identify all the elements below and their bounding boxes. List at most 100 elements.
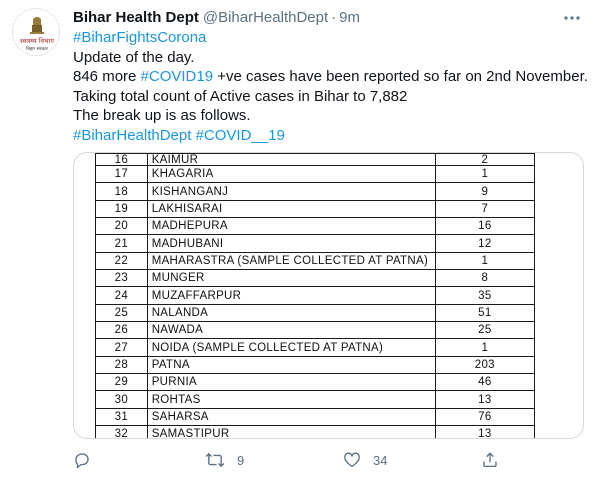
table-row: 20 MADHEPURA 16 [95,217,536,236]
table-row: 30 ROHTAS 13 [95,390,536,409]
serial-number-cell: 30 [95,390,148,409]
serial-number-cell: 22 [95,251,148,271]
district-name-cell: NALANDA [146,303,436,323]
serial-number-cell: 24 [95,286,148,305]
serial-number-cell: 31 [95,407,148,427]
district-name-cell: KISHANGANJ [146,182,436,201]
case-count-cell: 76 [434,407,536,427]
reply-icon [75,453,89,469]
case-count-cell: 1 [434,164,536,184]
avatar[interactable]: स्वास्थ्य विभाग बिहार सरकार [12,8,60,56]
serial-number-cell: 32 [95,425,148,438]
svg-text:बिहार सरकार: बिहार सरकार [26,45,48,52]
table-row: 26 NAWADA 25 [95,321,536,340]
tweet[interactable]: स्वास्थ्य विभाग बिहार सरकार Bihar Health… [0,0,593,477]
timestamp[interactable]: 9m [339,9,360,26]
case-count-cell: 1 [434,251,536,271]
serial-number-cell: 17 [95,164,148,184]
table-row: 31 SAHARSA 76 [95,407,536,427]
text-cases-pre: 846 more [73,68,141,85]
retweet-icon [205,452,225,468]
case-count-cell: 203 [434,355,536,375]
user-handle[interactable]: @BiharHealthDept [203,9,328,26]
serial-number-cell: 28 [95,355,148,375]
share-button[interactable] [481,449,499,471]
tweet-header: Bihar Health Dept @BiharHealthDept · 9m [73,8,360,28]
table-row: 18 KISHANGANJ 9 [95,182,536,201]
table-row: 28 PATNA 203 [95,355,536,375]
tweet-text: #BiharFightsCorona Update of the day. 84… [73,28,588,145]
table-row: 29 PURNIA 46 [95,373,536,392]
tweet-actions: 9 34 [73,449,583,471]
serial-number-cell: 25 [95,303,148,323]
serial-number-cell: 21 [95,234,148,253]
district-name-cell: PURNIA [146,373,436,392]
like-button[interactable]: 34 [343,449,387,471]
separator-dot: · [331,9,337,26]
case-count-cell: 16 [434,217,536,236]
serial-number-cell: 23 [95,269,148,288]
district-name-cell: MUNGER [146,269,436,288]
district-cases-table: 16 KAIMUR 2 17 KHAGARIA 1 18 KISHANGANJ 9 19 LAKHI… [95,153,536,438]
hashtag-covid19[interactable]: #COVID19 [141,68,214,85]
text-cases-post: +ve cases have been reported so far on 2… [213,68,588,85]
retweet-button[interactable]: 9 [205,449,244,471]
serial-number-cell: 20 [95,217,148,236]
text-line-update: Update of the day. [73,48,195,66]
table-row: 16 KAIMUR 2 [95,153,536,166]
more-options-button[interactable] [561,7,583,29]
case-count-cell: 8 [434,269,536,288]
share-icon [483,452,497,468]
text-line-breakup: The break up is as follows. [73,107,251,124]
case-count-cell: 46 [434,373,536,392]
table-row: 21 MADHUBANI 12 [95,234,536,253]
case-count-cell: 12 [434,234,536,253]
table-row: 17 KHAGARIA 1 [95,164,536,184]
district-name-cell: SAMASTIPUR [146,425,436,438]
serial-number-cell: 19 [95,199,148,219]
district-name-cell: LAKHISARAI [146,199,436,219]
svg-text:स्वास्थ्य विभाग: स्वास्थ्य विभाग [20,37,54,45]
serial-number-cell: 18 [95,182,148,201]
text-line-hashtags: #BiharHealthDept #COVID__19 [73,126,588,146]
emblem-icon: स्वास्थ्य विभाग बिहार सरकार [13,9,59,55]
district-name-cell: MUZAFFARPUR [146,286,436,305]
district-name-cell: MAHARASTRA (SAMPLE COLLECTED AT PATNA) [146,251,436,271]
table-row: 32 SAMASTIPUR 13 [95,425,536,438]
case-count-cell: 35 [434,286,536,305]
display-name[interactable]: Bihar Health Dept [73,9,199,26]
case-count-cell: 51 [434,303,536,323]
district-name-cell: SAHARSA [146,407,436,427]
retweet-count: 9 [237,452,245,468]
district-name-cell: MADHEPURA [146,217,436,236]
district-name-cell: ROHTAS [146,390,436,409]
hashtag-covid-19[interactable]: #COVID__19 [196,127,285,144]
reply-button[interactable] [73,449,91,471]
more-icon [564,16,580,20]
serial-number-cell: 27 [95,338,148,357]
district-name-cell: NOIDA (SAMPLE COLLECTED AT PATNA) [146,338,436,357]
case-count-cell: 9 [434,182,536,201]
case-count-cell: 7 [434,199,536,219]
text-line-cases: 846 more #COVID19 +ve cases have been re… [73,67,588,87]
district-name-cell: KHAGARIA [146,164,436,184]
table-row: 23 MUNGER 8 [95,269,536,288]
hashtag-biharhealthdept[interactable]: #BiharHealthDept [73,127,191,144]
hashtag-biharfightscorona[interactable]: #BiharFightsCorona [73,28,588,48]
serial-number-cell: 26 [95,321,148,340]
case-count-cell: 1 [434,338,536,357]
like-icon [344,452,360,468]
like-count: 34 [373,452,388,468]
district-name-cell: MADHUBANI [146,234,436,253]
media-image[interactable]: 16 KAIMUR 2 17 KHAGARIA 1 18 KISHANGANJ 9 19 LAKHI… [73,152,584,439]
district-name-cell: PATNA [146,355,436,375]
table-row: 19 LAKHISARAI 7 [95,199,536,219]
table-row: 24 MUZAFFARPUR 35 [95,286,536,305]
case-count-cell: 13 [434,390,536,409]
district-name-cell: KAIMUR [146,153,436,166]
case-count-cell: 25 [434,321,536,340]
serial-number-cell: 29 [95,373,148,392]
serial-number-cell: 16 [95,153,148,166]
district-name-cell: NAWADA [146,321,436,340]
table-row: 22 MAHARASTRA (SAMPLE COLLECTED AT PATNA)… [95,251,536,271]
